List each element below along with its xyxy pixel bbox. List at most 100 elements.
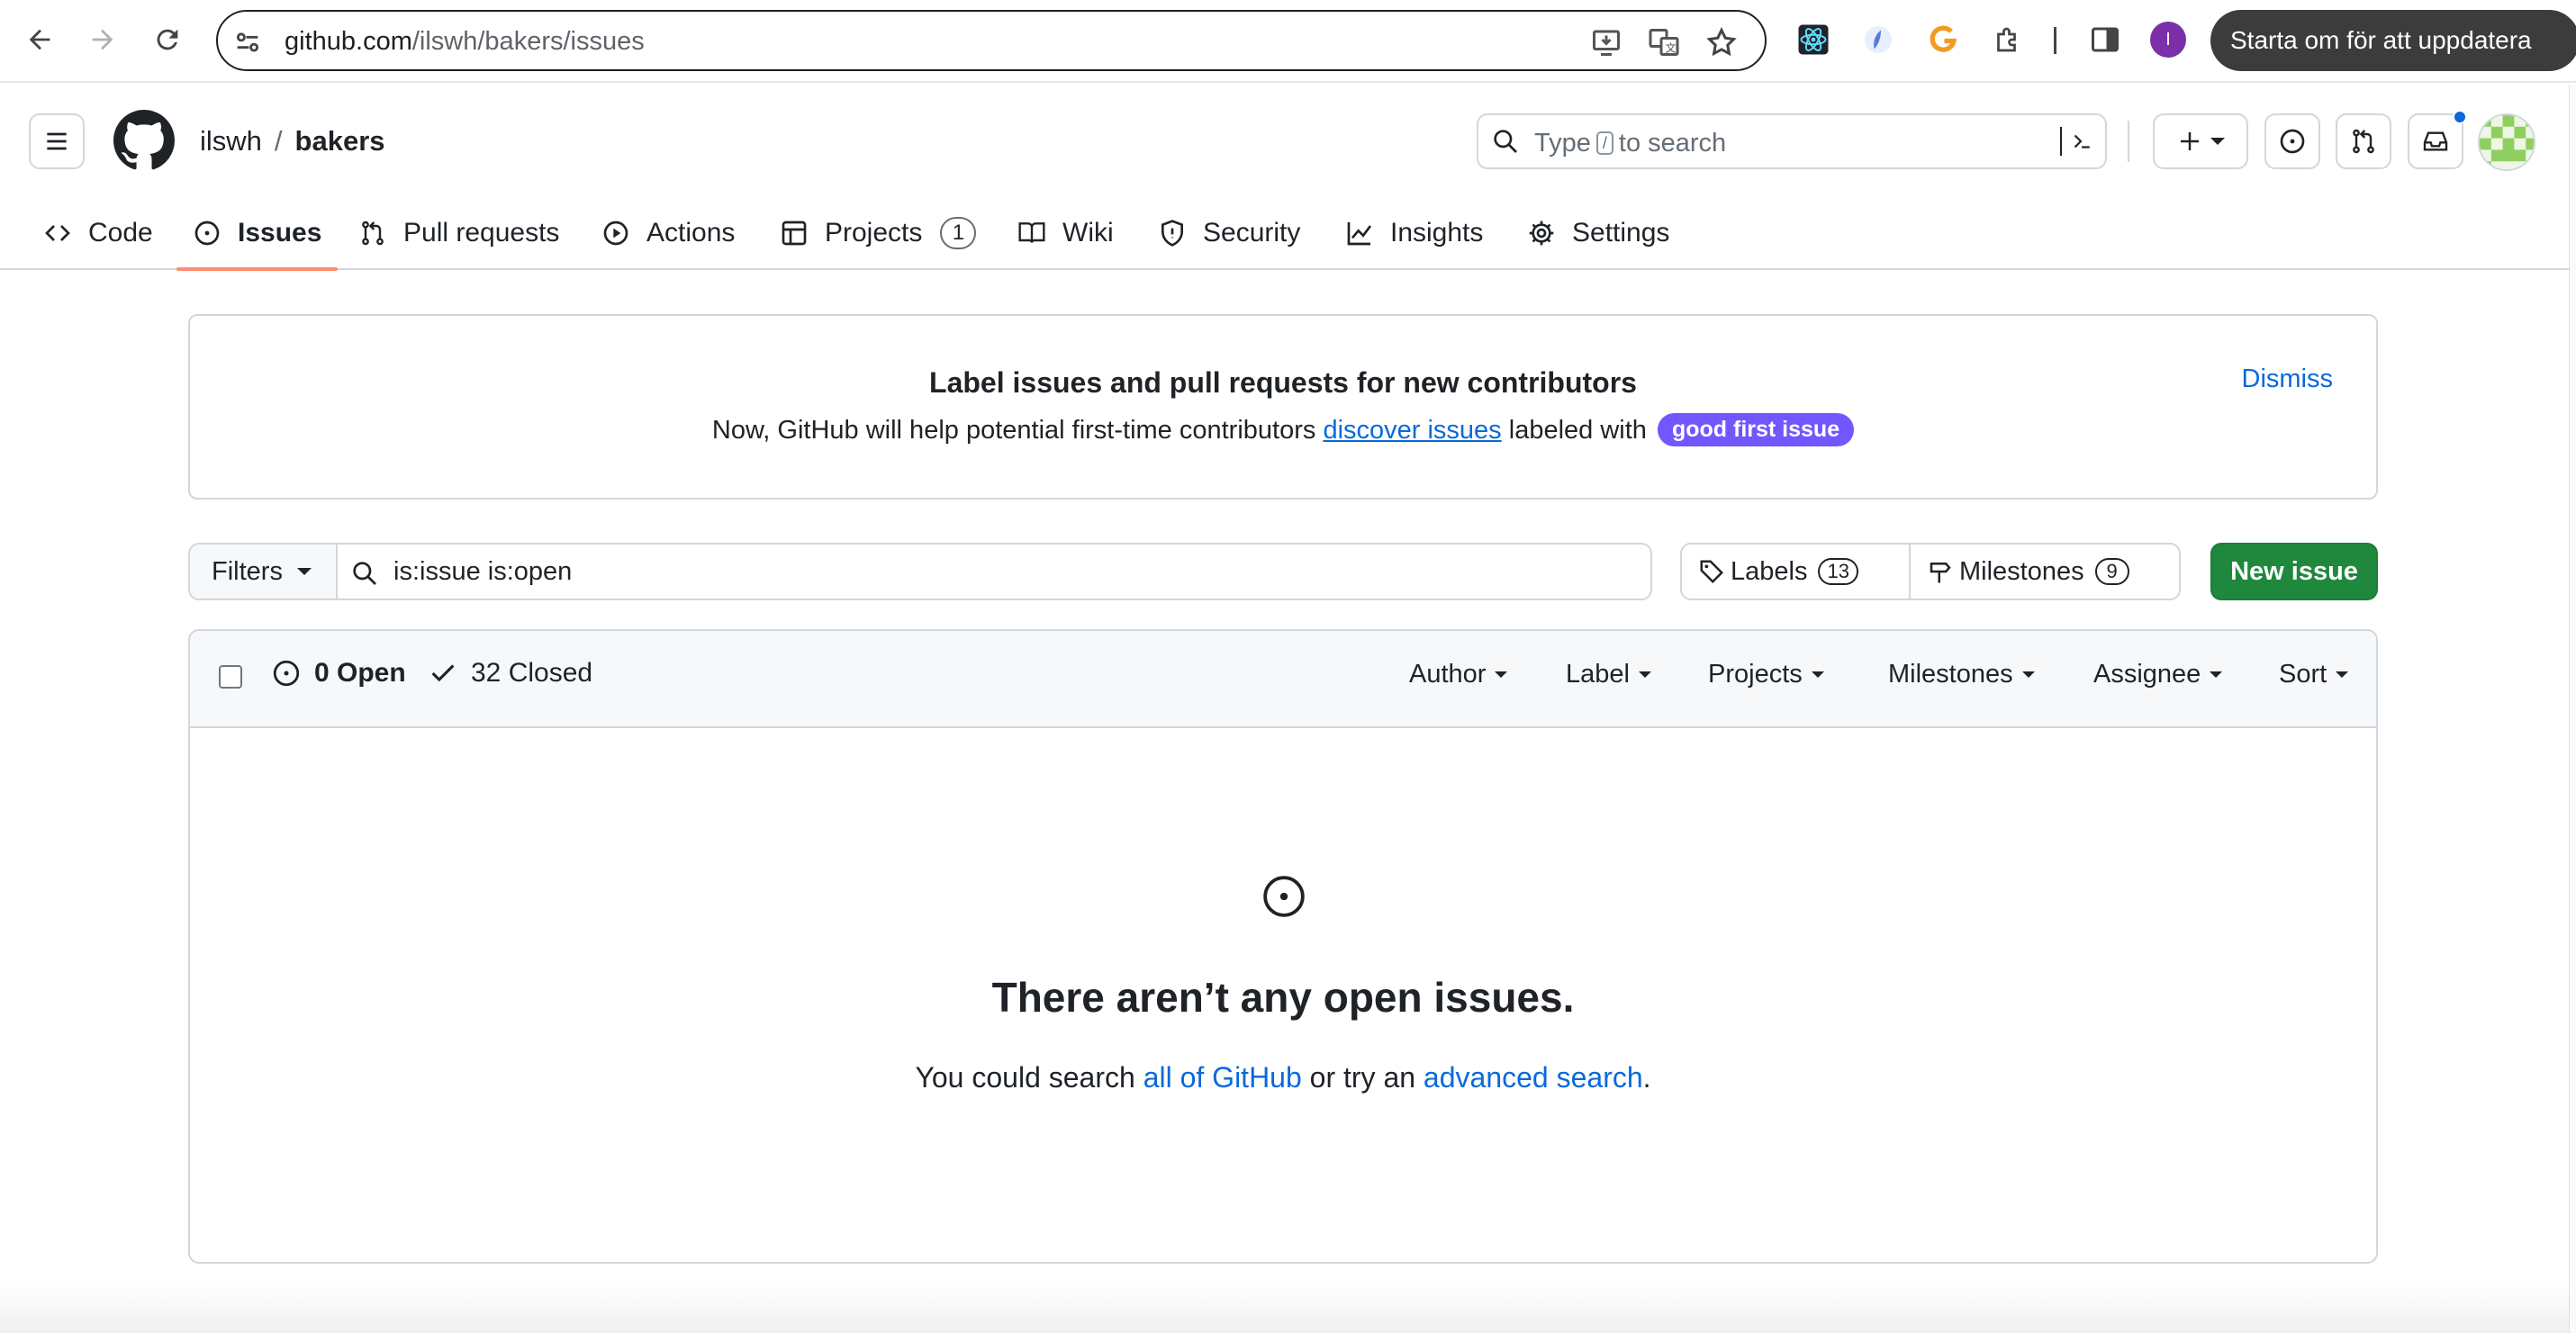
tab-code[interactable]: Code [43, 196, 153, 270]
extension-two[interactable] [1860, 22, 1896, 58]
search-placeholder: Type / to search [1534, 129, 1726, 158]
graph-icon [1347, 222, 1372, 246]
gear-icon [1529, 221, 1554, 246]
issue-search-field[interactable] [336, 543, 1652, 600]
chevron-down-icon [2210, 138, 2225, 145]
author-filter-label: Author [1409, 660, 1487, 689]
address-bar[interactable]: github.com/ilswh/bakers/issues 文 [216, 10, 1767, 71]
github-logo-icon[interactable] [113, 110, 175, 171]
translate-icon[interactable]: 文 [1648, 26, 1680, 59]
identicon-avatar-icon [2480, 115, 2534, 169]
global-search-input[interactable]: Type / to search [1477, 113, 2107, 169]
git-pull-request-icon [362, 221, 384, 246]
user-avatar[interactable] [2478, 113, 2535, 171]
back-button[interactable] [20, 20, 59, 59]
filters-button[interactable]: Filters [188, 543, 338, 600]
global-menu-button[interactable] [29, 113, 85, 169]
tab-wiki[interactable]: Wiki [1017, 196, 1114, 270]
tab-wiki-label: Wiki [1062, 218, 1114, 248]
breadcrumb-separator: / [274, 125, 283, 157]
create-new-button[interactable] [2153, 113, 2248, 169]
tab-insights[interactable]: Insights [1345, 196, 1483, 270]
labels-button[interactable]: Labels 13 [1682, 545, 1911, 599]
label-filter[interactable]: Label [1566, 660, 1651, 689]
milestones-filter[interactable]: Milestones [1888, 660, 2035, 689]
tab-insights-label: Insights [1390, 218, 1484, 248]
contributors-banner: Label issues and pull requests for new c… [188, 314, 2378, 500]
extension-three[interactable] [1925, 22, 1961, 58]
your-issues-button[interactable] [2264, 113, 2320, 169]
page-scrollbar[interactable] [2569, 85, 2576, 1333]
play-icon [603, 221, 628, 246]
issues-list-header: 0 Open 32 Closed Author Label Projects M… [190, 631, 2376, 728]
tab-issues-label: Issues [238, 218, 322, 248]
command-palette-icon[interactable] [2060, 127, 2092, 156]
tag-icon [1700, 560, 1724, 584]
blankslate: There aren’t any open issues. You could … [190, 730, 2376, 1261]
dismiss-button[interactable]: Dismiss [2242, 365, 2334, 394]
tab-actions-label: Actions [646, 218, 736, 248]
reload-button[interactable] [148, 20, 187, 59]
assignee-filter-label: Assignee [2093, 660, 2201, 689]
breadcrumb-owner[interactable]: ilswh [200, 125, 262, 157]
milestones-button[interactable]: Milestones 9 [1911, 545, 2179, 599]
select-all-checkbox[interactable] [219, 665, 242, 689]
search-placeholder-prefix: Type [1534, 129, 1591, 158]
tab-security[interactable]: Security [1158, 196, 1300, 270]
inbox-icon [2423, 131, 2448, 151]
tab-pull-requests[interactable]: Pull requests [358, 196, 559, 270]
issue-opened-icon [273, 660, 300, 687]
tab-projects[interactable]: Projects 1 [780, 196, 977, 270]
profile-avatar[interactable]: I [2150, 22, 2186, 58]
issue-search-input[interactable] [393, 554, 1636, 590]
bookmark-star-icon[interactable] [1705, 26, 1738, 59]
plus-icon [2181, 132, 2199, 150]
update-chrome-button[interactable]: Starta om för att uppdatera [2210, 10, 2576, 71]
search-icon [1494, 130, 1517, 153]
milestones-label: Milestones [1959, 556, 2084, 586]
all-of-github-link[interactable]: all of GitHub [1143, 1061, 1302, 1094]
install-app-icon[interactable] [1590, 26, 1622, 59]
extensions-button[interactable] [1990, 22, 2026, 58]
react-devtools-extension[interactable] [1795, 22, 1831, 58]
open-issues-filter[interactable]: 0 Open [271, 658, 406, 689]
arrow-right-icon [92, 29, 113, 50]
blankslate-text-before: You could search [915, 1061, 1135, 1094]
url-text[interactable]: github.com/ilswh/bakers/issues [285, 27, 645, 57]
issue-opened-icon [1263, 876, 1305, 917]
tab-code-label: Code [88, 218, 153, 248]
banner-text-after: labeled with [1508, 416, 1647, 445]
sort-filter[interactable]: Sort [2279, 660, 2349, 689]
g-logo-icon [1930, 25, 1957, 52]
projects-filter[interactable]: Projects [1708, 660, 1824, 689]
pen-circle-icon [1865, 26, 1892, 53]
tab-settings[interactable]: Settings [1527, 196, 1669, 270]
banner-text-before: Now, GitHub will help potential first-ti… [711, 416, 1316, 445]
blankslate-text: You could search all of GitHub or try an… [190, 1061, 2376, 1094]
closed-count: 32 Closed [471, 658, 593, 688]
check-icon [431, 664, 455, 682]
author-filter[interactable]: Author [1409, 660, 1508, 689]
reload-icon [157, 29, 178, 50]
good-first-issue-label[interactable]: good first issue [1657, 413, 1855, 446]
closed-issues-filter[interactable]: 32 Closed [428, 658, 592, 689]
side-panel-button[interactable] [2087, 22, 2123, 58]
toolbar-separator [2054, 27, 2056, 54]
chevron-down-icon [296, 568, 312, 575]
tab-actions[interactable]: Actions [601, 196, 735, 270]
tab-issues[interactable]: Issues [176, 196, 339, 271]
side-panel-icon [2092, 27, 2119, 52]
assignee-filter[interactable]: Assignee [2093, 660, 2223, 689]
forward-button[interactable] [83, 20, 122, 59]
advanced-search-link[interactable]: advanced search [1424, 1061, 1643, 1094]
discover-issues-link[interactable]: discover issues [1323, 416, 1501, 445]
filters-label: Filters [212, 556, 283, 586]
blankslate-text-mid: or try an [1309, 1061, 1416, 1094]
your-pull-requests-button[interactable] [2336, 113, 2391, 169]
breadcrumb-repo[interactable]: bakers [295, 125, 385, 157]
milestones-filter-label: Milestones [1888, 660, 2013, 689]
url-path: /ilswh/bakers/issues [411, 27, 645, 56]
issue-opened-icon [2280, 129, 2305, 154]
new-issue-button[interactable]: New issue [2210, 543, 2378, 600]
site-settings-icon[interactable] [232, 27, 263, 58]
